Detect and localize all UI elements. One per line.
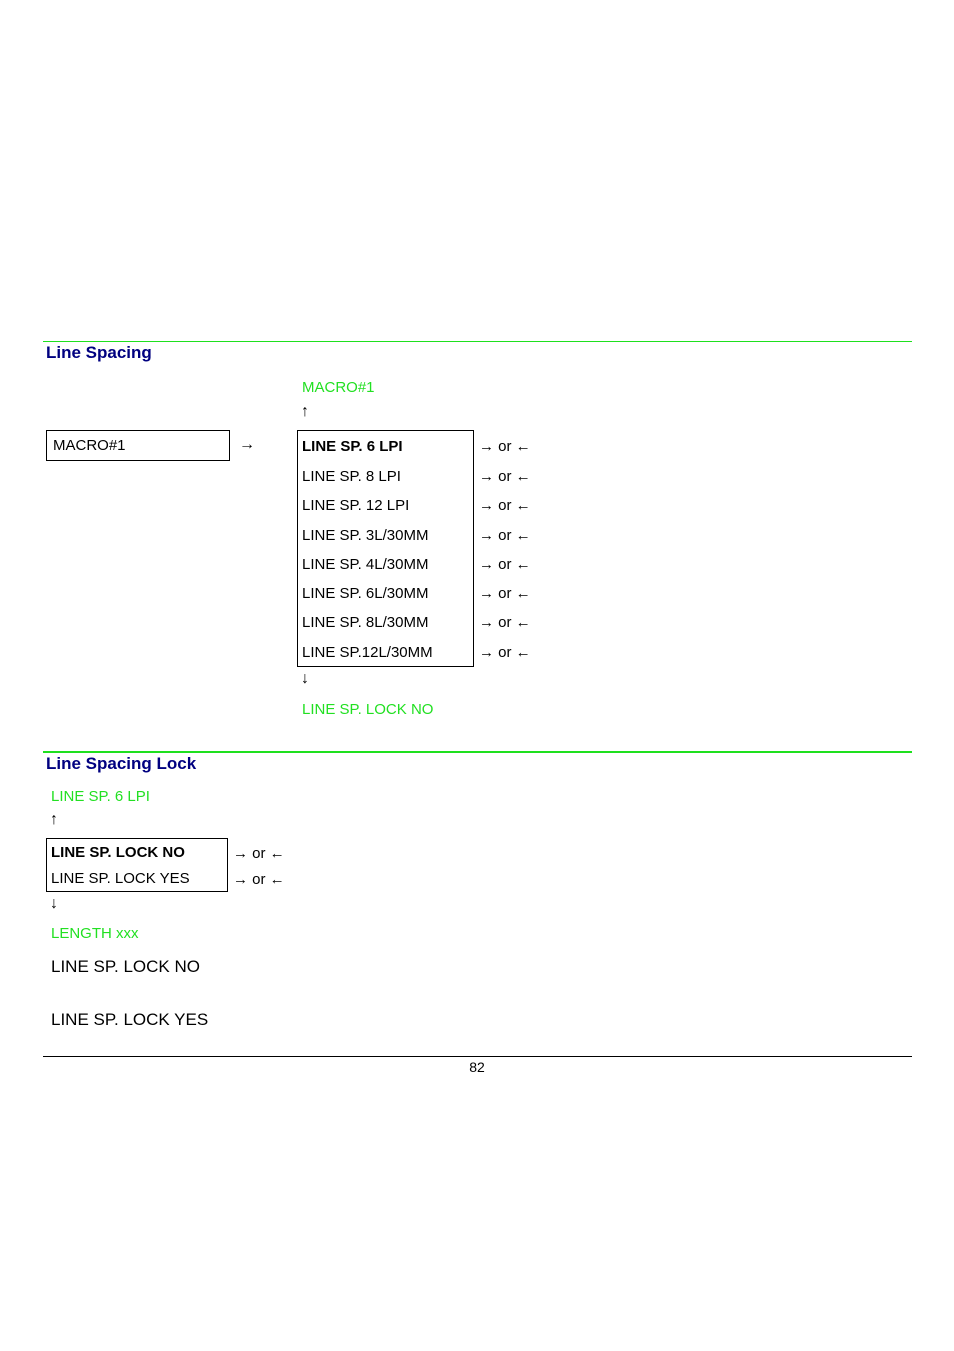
line-spacing-options-box: LINE SP. 6 LPI LINE SP. 8 LPI LINE SP. 1… <box>297 430 474 667</box>
nav-hint: → or ← <box>479 497 531 514</box>
up-target-line-sp-6-lpi: LINE SP. 6 LPI <box>51 788 150 805</box>
nav-hint: → or ← <box>479 614 531 631</box>
description-term-lock-yes: LINE SP. LOCK YES <box>51 1010 209 1029</box>
option-line-sp-8l-30mm: LINE SP. 8L/30MM <box>302 614 429 631</box>
page-number: 82 <box>469 1059 485 1075</box>
option-line-sp-12l-30mm: LINE SP.12L/30MM <box>302 644 433 661</box>
up-target-macro: MACRO#1 <box>302 379 375 396</box>
nav-hint: → or ← <box>479 585 531 602</box>
down-arrow-icon: ↓ <box>50 895 58 912</box>
section-title-line-spacing-lock: Line Spacing Lock <box>46 754 197 773</box>
option-line-sp-lock-no: LINE SP. LOCK NO <box>51 844 185 861</box>
description-term-lock-no: LINE SP. LOCK NO <box>51 957 200 976</box>
nav-hint: → or ← <box>479 644 531 661</box>
option-line-sp-lock-yes: LINE SP. LOCK YES <box>51 870 190 887</box>
option-line-sp-3l-30mm: LINE SP. 3L/30MM <box>302 527 429 544</box>
section-divider-line-spacing <box>43 341 912 342</box>
option-line-sp-8-lpi: LINE SP. 8 LPI <box>302 468 401 485</box>
source-menu-label: MACRO#1 <box>53 437 126 454</box>
option-line-sp-6l-30mm: LINE SP. 6L/30MM <box>302 585 429 602</box>
down-target-length: LENGTH xxx <box>51 925 139 942</box>
up-arrow-icon: ↑ <box>301 403 309 420</box>
option-line-sp-12-lpi: LINE SP. 12 LPI <box>302 497 410 514</box>
nav-hint: → or ← <box>479 438 531 455</box>
down-target-line-sp-lock-no: LINE SP. LOCK NO <box>302 701 434 718</box>
option-line-sp-6-lpi: LINE SP. 6 LPI <box>302 438 403 455</box>
footer-divider <box>43 1056 912 1057</box>
option-line-sp-4l-30mm: LINE SP. 4L/30MM <box>302 556 429 573</box>
nav-hint: → or ← <box>233 845 285 862</box>
right-arrow-icon: → <box>239 436 255 453</box>
section-divider-line-spacing-lock <box>43 751 912 753</box>
nav-hint: → or ← <box>233 871 285 888</box>
nav-hint: → or ← <box>479 468 531 485</box>
nav-hint: → or ← <box>479 556 531 573</box>
up-arrow-icon: ↑ <box>50 811 58 828</box>
section-title-line-spacing: Line Spacing <box>46 343 152 362</box>
line-spacing-lock-options-box: LINE SP. LOCK NO LINE SP. LOCK YES <box>46 838 228 892</box>
down-arrow-icon: ↓ <box>301 670 309 687</box>
nav-hint: → or ← <box>479 527 531 544</box>
source-menu-box: MACRO#1 <box>46 430 230 461</box>
